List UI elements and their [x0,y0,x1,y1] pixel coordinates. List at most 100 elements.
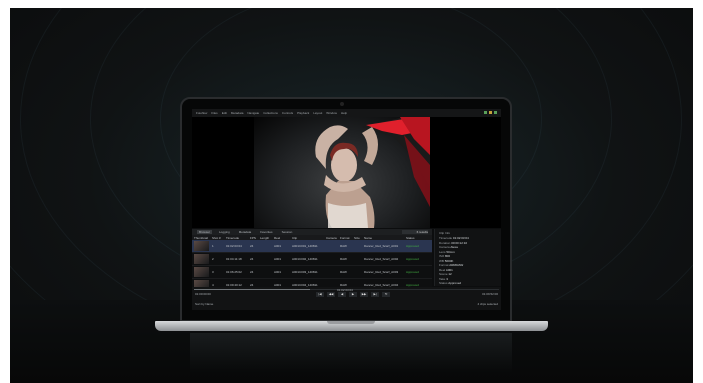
field-label: Camera [439,245,450,249]
cell-fps: 24 [250,270,254,274]
transport-bar: 01:00:00:00 01:02:03:04 01:09:52:00 |◀ ◀… [192,287,501,310]
field-label: Reel [439,267,446,272]
search-input[interactable]: 6 results [402,230,428,234]
menu-item[interactable]: Edit [222,111,227,115]
menu-item[interactable]: Metadata [231,111,244,115]
cell-num: 1 [212,244,214,248]
reflection [190,333,512,373]
timecode-in: 01:00:00:00 [195,292,211,296]
go-to-end-button[interactable]: ▶| [371,292,379,297]
menu-item[interactable]: Files [211,111,217,115]
status-badge: Approved [406,257,419,261]
field-value: 50mm [446,249,455,254]
cell-clip: A001C001_140811 [292,244,318,248]
field-label: Lens [439,249,446,254]
cell-name: Dancer_Red_Scarf_A003 [364,270,399,274]
tab-favorites[interactable]: Favorites [258,230,274,234]
loop-button[interactable]: ⟲ [382,292,390,297]
field-value: 01:02:03:04 [452,236,469,240]
tab-session[interactable]: Session [280,230,295,234]
field-value: 12 [448,272,452,276]
cell-fps: 24 [250,244,254,248]
menu-item[interactable]: Window [326,111,337,115]
menu-item[interactable]: Navigate [247,111,259,115]
clip-thumbnail [194,241,209,251]
fast-forward-button[interactable]: ▶▶ [360,292,368,297]
field-value: 00:00:12:10 [451,240,468,245]
field-label: Scene [439,272,448,276]
field-value: 800 [445,254,451,258]
laptop-notch [327,321,375,324]
cell-clip: A001C002_140811 [292,257,318,261]
field-value: Alexa [450,245,458,249]
table-row[interactable]: 3 01:06:25:02 24 A001 A001C003_140811 RA… [192,266,432,279]
go-to-start-button[interactable]: |◀ [316,292,324,297]
status-led-icon [489,111,492,114]
menu-item[interactable]: Collections [263,111,278,115]
cell-format: RAW [340,270,347,274]
field-label: Duration [439,240,451,245]
status-badge: Approved [406,270,419,274]
status-led-icon [494,111,497,114]
menu-item[interactable]: Help [341,111,347,115]
viewer-image [254,117,430,228]
play-reverse-button[interactable]: ◀ [338,292,346,297]
status-badge: Approved [406,244,419,248]
cell-name: Dancer_Red_Scarf_A001 [364,244,399,248]
cell-fps: 24 [250,257,254,261]
cell-format: RAW [340,257,347,261]
menu-item[interactable]: Controls [282,111,293,115]
field-label: Format [439,263,449,267]
clip-thumbnail [194,267,209,277]
status-indicators [484,111,497,114]
app-window: Fotoflow Files Edit Metadata Navigate Co… [192,109,501,310]
cell-num: 2 [212,257,214,261]
tab-metadata[interactable]: Metadata [237,230,254,234]
table-row[interactable]: 2 01:04:11:18 24 A001 A001C002_140811 RA… [192,253,432,266]
field-value: ARRIRAW [449,263,464,267]
field-label: Take [439,276,446,281]
menu-item[interactable]: Playback [297,111,309,115]
clip-table: 1 01:02:03:04 24 A001 A001C001_140811 RA… [192,240,432,292]
cell-reel: A001 [274,257,282,261]
video-viewer[interactable] [192,117,501,228]
cell-timecode: 01:06:25:02 [226,270,242,274]
cell-name: Dancer_Red_Scarf_A002 [364,257,399,261]
cell-num: 3 [212,270,214,274]
status-led-icon [484,111,487,114]
laptop-base [155,321,548,331]
tab-browser[interactable]: Browser [197,230,213,234]
menu-item[interactable]: Layout [313,111,322,115]
backdrop: Fotoflow Files Edit Metadata Navigate Co… [10,8,693,383]
field-label: WB [439,258,444,263]
panel-title: Clip Info [439,231,451,235]
field-label: ISO [439,254,445,258]
cell-reel: A001 [274,270,282,274]
laptop-display: Fotoflow Files Edit Metadata Navigate Co… [180,97,512,322]
tab-logging[interactable]: Logging [217,230,232,234]
sort-control[interactable]: Sort by Name [195,302,213,306]
dancer-image [315,117,430,228]
rewind-button[interactable]: ◀◀ [327,292,335,297]
metadata-panel: Clip Info Timecode 01:02:03:04 Duration … [434,229,501,286]
clip-thumbnail [194,254,209,264]
progress-fill [194,289,310,290]
playback-controls: |◀ ◀◀ ◀ ▶ ▶▶ ▶| ⟲ [316,292,390,297]
cell-format: RAW [340,244,347,248]
menu-item[interactable]: Fotoflow [196,111,207,115]
field-label: Status [439,281,448,285]
field-value: Approved [448,281,462,285]
cell-timecode: 01:04:11:18 [226,257,242,261]
table-row[interactable]: 1 01:02:03:04 24 A001 A001C001_140811 RA… [192,240,432,253]
cell-clip: A001C003_140811 [292,270,318,274]
field-label: Timecode [439,236,453,240]
timecode-out: 01:09:52:00 [482,292,498,296]
selection-count: 4 clips selected [477,302,498,306]
cell-reel: A001 [274,244,282,248]
field-value: 3 [446,276,448,281]
menu-bar: Fotoflow Files Edit Metadata Navigate Co… [192,109,501,117]
cell-timecode: 01:02:03:04 [226,244,242,248]
play-button[interactable]: ▶ [349,292,357,297]
camera-icon [340,102,344,106]
field-value: A001 [445,267,453,272]
